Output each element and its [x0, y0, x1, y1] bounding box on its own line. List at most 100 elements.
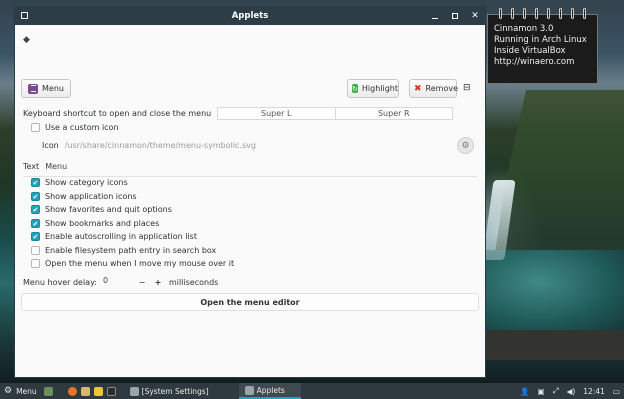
- firefox-launcher[interactable]: [66, 383, 79, 399]
- menu-applet-button[interactable]: Menu: [21, 79, 71, 98]
- window-titlebar[interactable]: Applets ✕: [15, 7, 485, 25]
- icon-label: Icon: [42, 141, 59, 150]
- notifications-icon: ▭: [612, 386, 620, 396]
- user-applet[interactable]: 👤: [516, 383, 533, 399]
- option-checkbox[interactable]: [31, 246, 40, 255]
- taskbar-menu-label: Menu: [16, 386, 37, 396]
- highlight-button[interactable]: ↻ Highlight: [347, 79, 399, 98]
- network-applet[interactable]: ⤢: [549, 383, 563, 399]
- gear-icon[interactable]: ⚙: [457, 137, 474, 154]
- remove-icon: ✖: [414, 83, 422, 94]
- custom-icon-checkbox[interactable]: [31, 123, 40, 132]
- note-line: Cinnamon 3.0: [494, 24, 554, 34]
- back-arrow-icon[interactable]: ◆: [23, 35, 30, 45]
- option-checkbox[interactable]: [31, 259, 40, 268]
- minimize-icon: [432, 17, 438, 20]
- minimize-button[interactable]: [429, 10, 441, 22]
- folder-icon: [80, 386, 90, 396]
- shortcut-field: Super L Super R: [217, 107, 453, 120]
- terminal-icon: [106, 386, 116, 396]
- taskbar: ⚙ Menu [System Settings] Applets 👤 ▣ ⤢ ◀…: [0, 383, 624, 399]
- option-label: Open the menu when I move my mouse over …: [45, 259, 235, 268]
- option-checkbox[interactable]: ✔: [31, 219, 40, 228]
- settings-window-icon: [129, 386, 139, 396]
- show-desktop-launcher[interactable]: [41, 383, 56, 399]
- menu-applet-icon: [28, 83, 38, 94]
- task-system-settings[interactable]: [System Settings]: [124, 383, 215, 399]
- divider: [23, 176, 477, 177]
- hover-delay-input[interactable]: 0: [103, 276, 131, 288]
- menu-gear-icon: ⚙: [4, 386, 13, 396]
- window-menu-icon[interactable]: [21, 12, 28, 19]
- volume-icon: ◀): [566, 386, 576, 396]
- shortcut-row: Keyboard shortcut to open and close the …: [23, 109, 211, 118]
- option-label: Show application icons: [45, 192, 137, 201]
- highlight-icon: ↻: [352, 84, 358, 93]
- desktop-note: Cinnamon 3.0 Running in Arch Linux Insid…: [487, 8, 598, 84]
- custom-icon-row: Use a custom icon: [31, 123, 119, 132]
- clipboard-applet[interactable]: ▣: [533, 383, 548, 399]
- option-checkbox[interactable]: ✔: [31, 192, 40, 201]
- option-row: ✔ Enable autoscrolling in application li…: [31, 232, 197, 241]
- taskbar-menu[interactable]: ⚙ Menu: [0, 383, 41, 399]
- icon-path-field[interactable]: /usr/share/cinnamon/theme/menu-symbolic.…: [65, 141, 256, 150]
- note-line: http://winaero.com: [494, 57, 575, 67]
- option-label: Enable filesystem path entry in search b…: [45, 246, 217, 255]
- desktop-icon: [43, 386, 53, 396]
- network-icon: ⤢: [552, 386, 559, 395]
- firefox-icon: [67, 386, 77, 396]
- notifications-applet[interactable]: ▭: [609, 383, 624, 399]
- clipboard-icon: ▣: [537, 386, 545, 396]
- decrease-button[interactable]: −: [137, 278, 147, 287]
- option-checkbox[interactable]: ✔: [31, 232, 40, 241]
- applets-window-icon: [244, 385, 254, 395]
- window-content: ◆ Menu ↻ Highlight ✖ Remove ⊟ Keyboard s…: [15, 25, 485, 379]
- option-row: ✔ Show favorites and quit options: [31, 205, 172, 214]
- hover-delay-label: Menu hover delay:: [23, 277, 97, 287]
- notes-launcher[interactable]: [92, 383, 105, 399]
- option-row: Open the menu when I move my mouse over …: [31, 259, 234, 268]
- task-label: Applets: [256, 385, 285, 395]
- close-button[interactable]: ✕: [469, 10, 481, 22]
- window-title: Applets: [231, 11, 269, 21]
- note-line: Running in Arch Linux: [494, 35, 587, 45]
- custom-icon-label: Use a custom icon: [45, 123, 119, 132]
- text-field[interactable]: Menu: [45, 162, 67, 171]
- text-row: Text Menu: [23, 162, 67, 171]
- note-rings: [488, 8, 597, 20]
- option-row: ✔ Show category icons: [31, 178, 128, 187]
- remove-button[interactable]: ✖ Remove: [409, 79, 459, 98]
- terminal-launcher[interactable]: [105, 383, 118, 399]
- option-label: Show category icons: [45, 178, 128, 187]
- task-applets[interactable]: Applets: [238, 383, 301, 399]
- applets-window: Applets ✕ ◆ Menu ↻ Highlight ✖ Remove ⊟ …: [14, 6, 486, 378]
- option-checkbox[interactable]: ✔: [31, 178, 40, 187]
- volume-applet[interactable]: ◀): [563, 383, 580, 399]
- open-menu-editor-button[interactable]: Open the menu editor: [21, 293, 479, 311]
- shortcut-primary[interactable]: Super L: [218, 108, 336, 119]
- option-checkbox[interactable]: ✔: [31, 205, 40, 214]
- menu-applet-label: Menu: [42, 84, 64, 93]
- close-icon: ✕: [471, 11, 479, 21]
- option-row: Enable filesystem path entry in search b…: [31, 246, 216, 255]
- icon-row: Icon /usr/share/cinnamon/theme/menu-symb…: [42, 141, 256, 150]
- option-row: ✔ Show application icons: [31, 192, 137, 201]
- notes-icon: [93, 386, 103, 396]
- option-row: ✔ Show bookmarks and places: [31, 219, 159, 228]
- remove-label: Remove: [425, 84, 459, 93]
- maximize-icon: [452, 13, 458, 19]
- shortcut-secondary[interactable]: Super R: [336, 108, 453, 119]
- option-label: Enable autoscrolling in application list: [45, 232, 197, 241]
- option-label: Show bookmarks and places: [45, 219, 160, 228]
- configure-icon[interactable]: ⊟: [463, 83, 471, 93]
- text-label: Text: [23, 162, 40, 171]
- files-launcher[interactable]: [79, 383, 92, 399]
- note-line: Inside VirtualBox: [494, 46, 566, 56]
- shortcut-label: Keyboard shortcut to open and close the …: [23, 109, 212, 118]
- option-label: Show favorites and quit options: [45, 205, 172, 214]
- clock[interactable]: 12:41: [579, 383, 609, 399]
- increase-button[interactable]: +: [153, 278, 163, 287]
- user-icon: 👤: [520, 386, 530, 396]
- hover-delay-unit: milliseconds: [168, 277, 219, 287]
- maximize-button[interactable]: [449, 10, 461, 22]
